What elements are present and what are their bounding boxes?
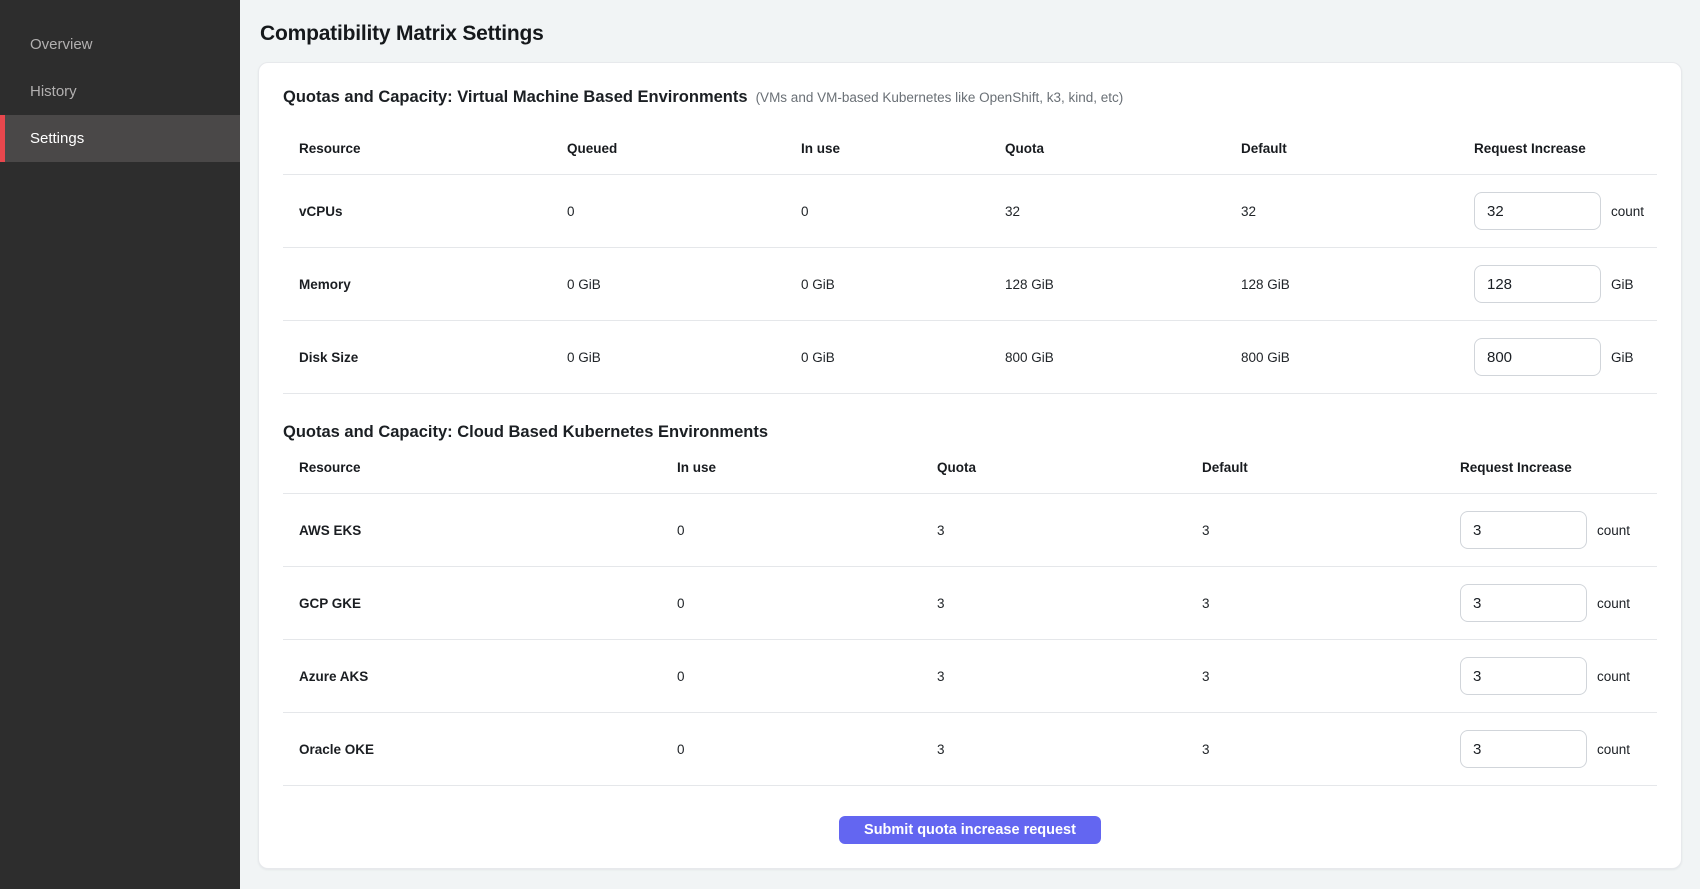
column-header-quota: Quota: [1005, 123, 1241, 174]
active-indicator: [0, 115, 5, 162]
unit-label: GiB: [1611, 350, 1634, 365]
memory-request-input[interactable]: [1474, 265, 1601, 303]
settings-card: Quotas and Capacity: Virtual Machine Bas…: [258, 62, 1682, 869]
gcp-gke-request-input[interactable]: [1460, 584, 1587, 622]
in-use-value: 0: [677, 640, 937, 712]
app-root: Overview History Settings Compatibility …: [0, 0, 1700, 889]
default-value: 3: [1202, 494, 1460, 566]
table-row-aws-eks: AWS EKS 0 3 3 count: [283, 494, 1657, 567]
quota-value: 800 GiB: [1005, 321, 1241, 393]
sidebar-item-label: History: [30, 83, 77, 100]
default-value: 3: [1202, 713, 1460, 785]
request-increase-cell: count: [1460, 640, 1657, 712]
request-increase-cell: GiB: [1474, 248, 1657, 320]
column-header-resource: Resource: [283, 442, 677, 493]
in-use-value: 0: [801, 175, 1005, 247]
request-increase-cell: count: [1460, 494, 1657, 566]
vcpus-request-input[interactable]: [1474, 192, 1601, 230]
queued-value: 0: [567, 175, 801, 247]
column-header-in-use: In use: [677, 442, 937, 493]
column-header-resource: Resource: [283, 123, 567, 174]
column-header-default: Default: [1202, 442, 1460, 493]
main-content: Compatibility Matrix Settings Quotas and…: [240, 0, 1700, 889]
table-row-memory: Memory 0 GiB 0 GiB 128 GiB 128 GiB GiB: [283, 248, 1657, 321]
section-cloud-kubernetes: Quotas and Capacity: Cloud Based Kuberne…: [283, 422, 1657, 786]
in-use-value: 0 GiB: [801, 248, 1005, 320]
unit-label: count: [1597, 669, 1630, 684]
section-vm-header: Quotas and Capacity: Virtual Machine Bas…: [283, 87, 1657, 107]
section-title: Quotas and Capacity: Virtual Machine Bas…: [283, 87, 748, 107]
column-header-default: Default: [1241, 123, 1474, 174]
request-increase-cell: count: [1460, 567, 1657, 639]
azure-aks-request-input[interactable]: [1460, 657, 1587, 695]
column-header-queued: Queued: [567, 123, 801, 174]
table-row-disk-size: Disk Size 0 GiB 0 GiB 800 GiB 800 GiB Gi…: [283, 321, 1657, 394]
unit-label: count: [1597, 596, 1630, 611]
table-row-oracle-oke: Oracle OKE 0 3 3 count: [283, 713, 1657, 786]
quota-value: 32: [1005, 175, 1241, 247]
submit-quota-increase-button[interactable]: Submit quota increase request: [839, 816, 1101, 844]
sidebar-item-overview[interactable]: Overview: [0, 21, 240, 68]
request-increase-cell: count: [1474, 175, 1657, 247]
oracle-oke-request-input[interactable]: [1460, 730, 1587, 768]
quota-value: 3: [937, 713, 1202, 785]
aws-eks-request-input[interactable]: [1460, 511, 1587, 549]
quota-value: 3: [937, 494, 1202, 566]
column-header-request-increase: Request Increase: [1474, 123, 1657, 174]
table-row-azure-aks: Azure AKS 0 3 3 count: [283, 640, 1657, 713]
section-title: Quotas and Capacity: Cloud Based Kuberne…: [283, 422, 768, 442]
unit-label: count: [1597, 742, 1630, 757]
unit-label: count: [1597, 523, 1630, 538]
column-header-quota: Quota: [937, 442, 1202, 493]
sidebar-item-history[interactable]: History: [0, 68, 240, 115]
column-header-in-use: In use: [801, 123, 1005, 174]
resource-name: Disk Size: [283, 321, 567, 393]
sidebar: Overview History Settings: [0, 0, 240, 889]
section-cloud-header: Quotas and Capacity: Cloud Based Kuberne…: [283, 422, 1657, 442]
quota-value: 3: [937, 640, 1202, 712]
quota-value: 128 GiB: [1005, 248, 1241, 320]
resource-name: Azure AKS: [283, 640, 677, 712]
section-vm-environments: Quotas and Capacity: Virtual Machine Bas…: [283, 87, 1657, 394]
resource-name: GCP GKE: [283, 567, 677, 639]
unit-label: GiB: [1611, 277, 1634, 292]
sidebar-nav: Overview History Settings: [0, 21, 240, 162]
in-use-value: 0 GiB: [801, 321, 1005, 393]
default-value: 32: [1241, 175, 1474, 247]
default-value: 3: [1202, 567, 1460, 639]
default-value: 800 GiB: [1241, 321, 1474, 393]
resource-name: AWS EKS: [283, 494, 677, 566]
request-increase-cell: GiB: [1474, 321, 1657, 393]
queued-value: 0 GiB: [567, 321, 801, 393]
in-use-value: 0: [677, 494, 937, 566]
queued-value: 0 GiB: [567, 248, 801, 320]
sidebar-item-label: Settings: [30, 130, 84, 147]
unit-label: count: [1611, 204, 1644, 219]
sidebar-item-settings[interactable]: Settings: [0, 115, 240, 162]
page-title: Compatibility Matrix Settings: [260, 21, 1682, 46]
default-value: 128 GiB: [1241, 248, 1474, 320]
disk-size-request-input[interactable]: [1474, 338, 1601, 376]
resource-name: Memory: [283, 248, 567, 320]
in-use-value: 0: [677, 713, 937, 785]
column-header-request-increase: Request Increase: [1460, 442, 1657, 493]
table-row-gcp-gke: GCP GKE 0 3 3 count: [283, 567, 1657, 640]
section-subtitle: (VMs and VM-based Kubernetes like OpenSh…: [756, 90, 1124, 105]
cloud-table-header: Resource In use Quota Default Request In…: [283, 442, 1657, 494]
submit-button-row: Submit quota increase request: [283, 816, 1657, 844]
resource-name: vCPUs: [283, 175, 567, 247]
sidebar-item-label: Overview: [30, 36, 93, 53]
in-use-value: 0: [677, 567, 937, 639]
resource-name: Oracle OKE: [283, 713, 677, 785]
default-value: 3: [1202, 640, 1460, 712]
request-increase-cell: count: [1460, 713, 1657, 785]
table-row-vcpus: vCPUs 0 0 32 32 count: [283, 175, 1657, 248]
vm-table-header: Resource Queued In use Quota Default Req…: [283, 123, 1657, 175]
quota-value: 3: [937, 567, 1202, 639]
